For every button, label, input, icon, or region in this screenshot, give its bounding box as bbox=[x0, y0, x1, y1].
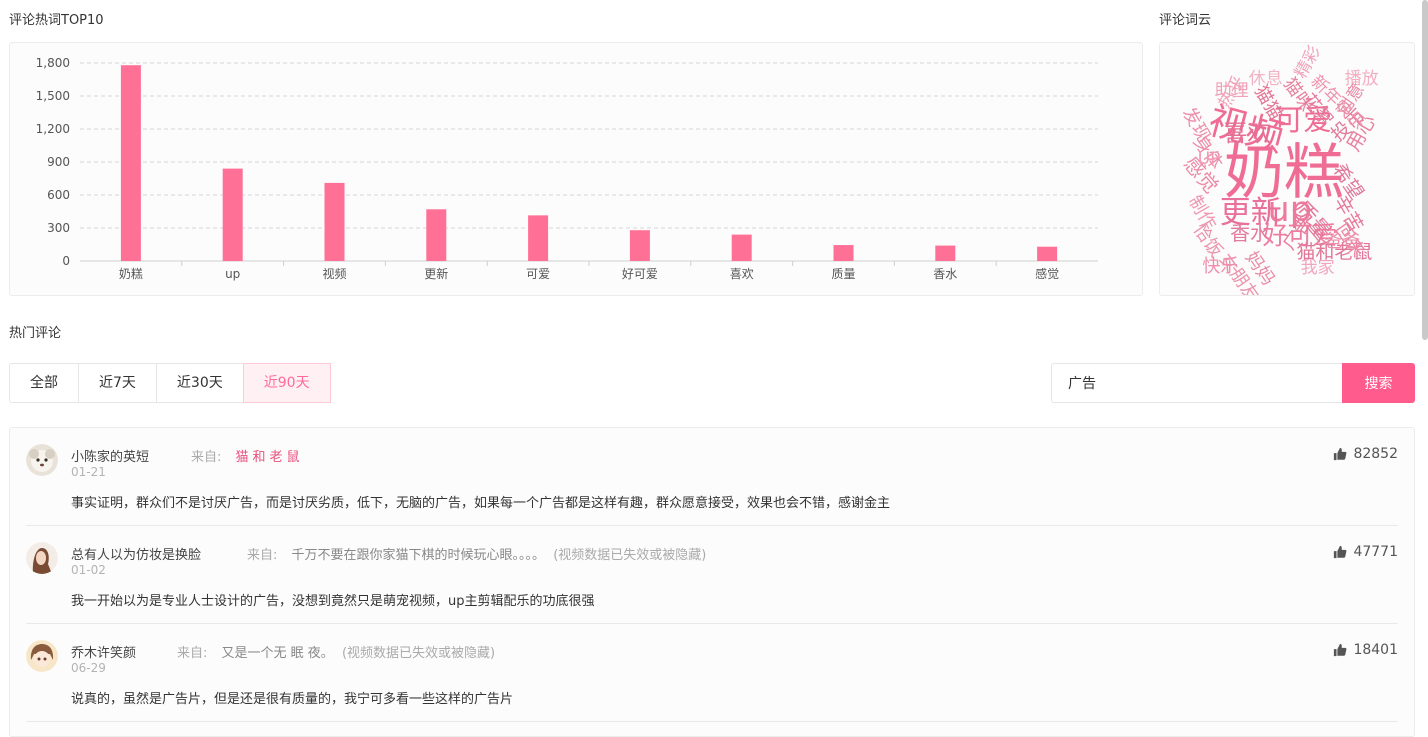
comment-date: 01-02 bbox=[71, 563, 106, 577]
word-cloud-word: 喜欢 bbox=[1223, 119, 1272, 147]
hot-comments-title: 热门评论 bbox=[9, 326, 62, 341]
comment-from-label: 来自: bbox=[247, 548, 278, 563]
comment-likes[interactable]: 47771 bbox=[1333, 544, 1398, 560]
comment-source: 来自: 猫和老鼠 bbox=[191, 446, 304, 465]
word-cloud-word: 我家 bbox=[1300, 258, 1335, 278]
x-tick-label: 质量 bbox=[831, 267, 855, 281]
comments-list: 小陈家的英短 来自: 猫和老鼠 01-21 事实证明，群众们不是讨厌广告，而是讨… bbox=[9, 427, 1415, 737]
x-tick-label: 感觉 bbox=[1035, 266, 1059, 281]
y-tick-label: 1,200 bbox=[36, 122, 70, 136]
comment-item: 总有人以为仿妆是换脸 来自: 千万不要在跟你家猫下棋的时候玩心眼。。。。 (视频… bbox=[26, 526, 1398, 624]
comment-item: 乔木许笑颜 来自: 又是一个无 眠 夜。 (视频数据已失效或被隐藏) 06-29… bbox=[26, 624, 1398, 722]
avatar[interactable] bbox=[26, 444, 58, 476]
y-tick-label: 300 bbox=[47, 221, 70, 235]
comment-likes[interactable]: 18401 bbox=[1333, 642, 1398, 658]
top-words-chart-panel: 0 300 600 900 1,200 1,500 1,800 奶糕 up 视频 更新 可爱 好可爱 喜欢… bbox=[9, 42, 1143, 296]
comment-text: 事实证明，群众们不是讨厌广告，而是讨厌劣质，低下，无脑的广告，如果每一个广告都是… bbox=[71, 496, 891, 511]
x-tick-label: 喜欢 bbox=[730, 266, 754, 281]
comment-source-title[interactable]: 千万不要在跟你家猫下棋的时候玩心眼。。。。 bbox=[292, 548, 546, 563]
bar bbox=[222, 168, 243, 261]
y-tick-label: 1,500 bbox=[36, 89, 70, 103]
comment-source-status: (视频数据已失效或被隐藏) bbox=[341, 646, 496, 661]
word-cloud-panel: 奶糕 视频 up 更新 可爱 好可爱 喜欢 质量 香水 感觉 猫和老鼠 投币 用心 希望 辛苦 回来 爸爸 广告妈… bbox=[1159, 42, 1415, 296]
comment-text: 我一开始以为是专业人士设计的广告，没想到竟然只是萌宠视频，up主剪辑配乐的功底很… bbox=[71, 594, 595, 609]
x-tick-label: 香水 bbox=[933, 267, 957, 281]
comment-user-name[interactable]: 小陈家的英短 bbox=[71, 446, 149, 465]
avatar[interactable] bbox=[26, 640, 58, 672]
x-tick-label: 可爱 bbox=[526, 267, 550, 281]
comment-source: 来自: 千万不要在跟你家猫下棋的时候玩心眼。。。。 (视频数据已失效或被隐藏) bbox=[247, 544, 706, 563]
bar bbox=[324, 182, 345, 261]
bar bbox=[629, 230, 650, 261]
x-tick-label: 好可爱 bbox=[622, 267, 658, 281]
thumbs-up-icon bbox=[1334, 447, 1347, 461]
like-count: 82852 bbox=[1353, 446, 1398, 462]
avatar[interactable] bbox=[26, 542, 58, 574]
comment-source: 来自: 又是一个无 眠 夜。 (视频数据已失效或被隐藏) bbox=[177, 642, 495, 661]
x-tick-label: 更新 bbox=[424, 266, 448, 281]
like-count: 47771 bbox=[1353, 544, 1398, 560]
comment-item: 小陈家的英短 来自: 猫和老鼠 01-21 事实证明，群众们不是讨厌广告，而是讨… bbox=[26, 428, 1398, 526]
comment-user-name[interactable]: 总有人以为仿妆是换脸 bbox=[71, 544, 201, 563]
top-words-bar-chart: 0 300 600 900 1,200 1,500 1,800 奶糕 up 视频 更新 可爱 好可爱 喜欢… bbox=[36, 56, 1098, 281]
bar bbox=[120, 65, 141, 261]
y-tick-label: 0 bbox=[62, 254, 70, 268]
top-words-title: 评论热词TOP10 bbox=[9, 13, 104, 28]
y-tick-label: 900 bbox=[47, 155, 70, 169]
bar bbox=[833, 245, 854, 261]
comment-date: 06-29 bbox=[71, 661, 106, 675]
tab-all[interactable]: 全部 bbox=[10, 364, 79, 402]
bar bbox=[1037, 246, 1058, 261]
y-tick-label: 1,800 bbox=[36, 56, 70, 70]
word-cloud-word: 制作 bbox=[1183, 192, 1221, 234]
search-input[interactable] bbox=[1051, 363, 1343, 403]
thumbs-up-icon bbox=[1334, 643, 1347, 657]
bar bbox=[528, 215, 549, 261]
comment-date: 01-21 bbox=[71, 465, 106, 479]
word-cloud: 奶糕 视频 up 更新 可爱 好可爱 喜欢 质量 香水 感觉 猫和老鼠 投币 用心 希望 辛苦 回来 爸爸 广告妈… bbox=[1160, 43, 1414, 295]
search-button[interactable]: 搜索 bbox=[1342, 363, 1415, 403]
word-cloud-title: 评论词云 bbox=[1159, 13, 1212, 28]
tab-90-days[interactable]: 近90天 bbox=[242, 363, 331, 403]
thumbs-up-icon bbox=[1334, 545, 1347, 559]
x-tick-label: 奶糕 bbox=[119, 267, 143, 281]
like-count: 18401 bbox=[1353, 642, 1398, 658]
word-cloud-word: 爸爸 bbox=[1324, 231, 1361, 252]
tab-30-days[interactable]: 近30天 bbox=[157, 364, 244, 402]
page-scrollbar[interactable] bbox=[1422, 0, 1428, 340]
tab-7-days[interactable]: 近7天 bbox=[79, 364, 157, 402]
x-tick-label: up bbox=[225, 267, 240, 281]
x-tick-label: 视频 bbox=[322, 266, 346, 281]
word-cloud-word: UP bbox=[1197, 149, 1221, 169]
time-range-tabs: 全部 近7天 近30天 近90天 bbox=[9, 363, 331, 403]
comment-source-title[interactable]: 猫和老鼠 bbox=[236, 450, 304, 465]
comment-source-title[interactable]: 又是一个无 眠 夜。 bbox=[222, 646, 334, 661]
comment-text: 说真的，虽然是广告片，但是还是很有质量的，我宁可多看一些这样的广告片 bbox=[71, 692, 514, 707]
bar bbox=[731, 234, 752, 261]
bar bbox=[426, 209, 447, 261]
comment-from-label: 来自: bbox=[191, 450, 222, 465]
comment-source-status: (视频数据已失效或被隐藏) bbox=[553, 548, 707, 563]
comment-user-name[interactable]: 乔木许笑颜 bbox=[71, 642, 136, 661]
word-cloud-word: 快乐 bbox=[1202, 256, 1239, 277]
y-tick-label: 600 bbox=[47, 188, 70, 202]
word-cloud-word: 香水 bbox=[1230, 221, 1270, 245]
bar bbox=[935, 245, 956, 261]
comment-likes[interactable]: 82852 bbox=[1333, 446, 1398, 462]
comment-from-label: 来自: bbox=[177, 646, 208, 661]
